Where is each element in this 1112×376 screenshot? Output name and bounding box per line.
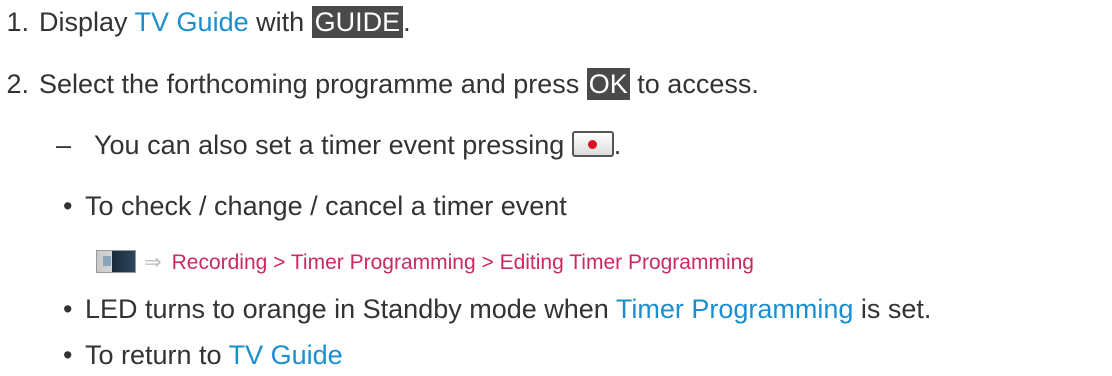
record-dot: [588, 139, 598, 149]
step-text: .: [403, 7, 411, 37]
timer-programming-link[interactable]: Timer Programming: [616, 294, 854, 324]
bullet-text: is set.: [853, 294, 932, 324]
step-text: Display: [39, 7, 135, 37]
bullet-led: • LED turns to orange in Standby mode whe…: [63, 291, 931, 327]
step-text: with: [248, 7, 312, 37]
tv-guide-link[interactable]: TV Guide: [229, 340, 343, 370]
menu-path-link[interactable]: Recording > Timer Programming > Editing …: [172, 251, 754, 274]
bullet-text: To return to: [85, 340, 229, 370]
step-1: 1. Display TV Guide with GUIDE.: [0, 4, 411, 40]
dash-note-after: .: [613, 130, 622, 160]
bullet-return: • To return to TV Guide: [63, 337, 343, 373]
guide-key-label: GUIDE: [311, 6, 404, 38]
tv-guide-link[interactable]: TV Guide: [135, 7, 249, 37]
step-text: Select the forthcoming programme and pre…: [39, 69, 587, 99]
ok-key-label: OK: [586, 68, 630, 100]
dash-symbol: –: [56, 130, 72, 160]
step-2: 2. Select the forthcoming programme and p…: [0, 66, 759, 102]
menu-icon: [96, 250, 136, 273]
step-text: to access.: [629, 69, 759, 99]
bullet-check-timer: • To check / change / cancel a timer even…: [63, 188, 567, 224]
dash-note: – You can also set a timer event pressing…: [56, 127, 621, 163]
bullet-symbol: •: [63, 340, 73, 370]
dash-note-text: You can also set a timer event pressing: [94, 130, 572, 160]
record-button-icon: [571, 131, 614, 157]
bullet-text: To check / change / cancel a timer event: [85, 191, 567, 221]
bullet-symbol: •: [63, 191, 73, 221]
menu-path: ⇒ Recording > Timer Programming > Editing…: [96, 249, 754, 277]
bullet-text: LED turns to orange in Standby mode when: [85, 294, 616, 324]
step-number: 2.: [6, 69, 29, 99]
bullet-symbol: •: [63, 294, 73, 324]
step-number: 1.: [6, 7, 29, 37]
arrow-icon: ⇒: [144, 251, 162, 274]
